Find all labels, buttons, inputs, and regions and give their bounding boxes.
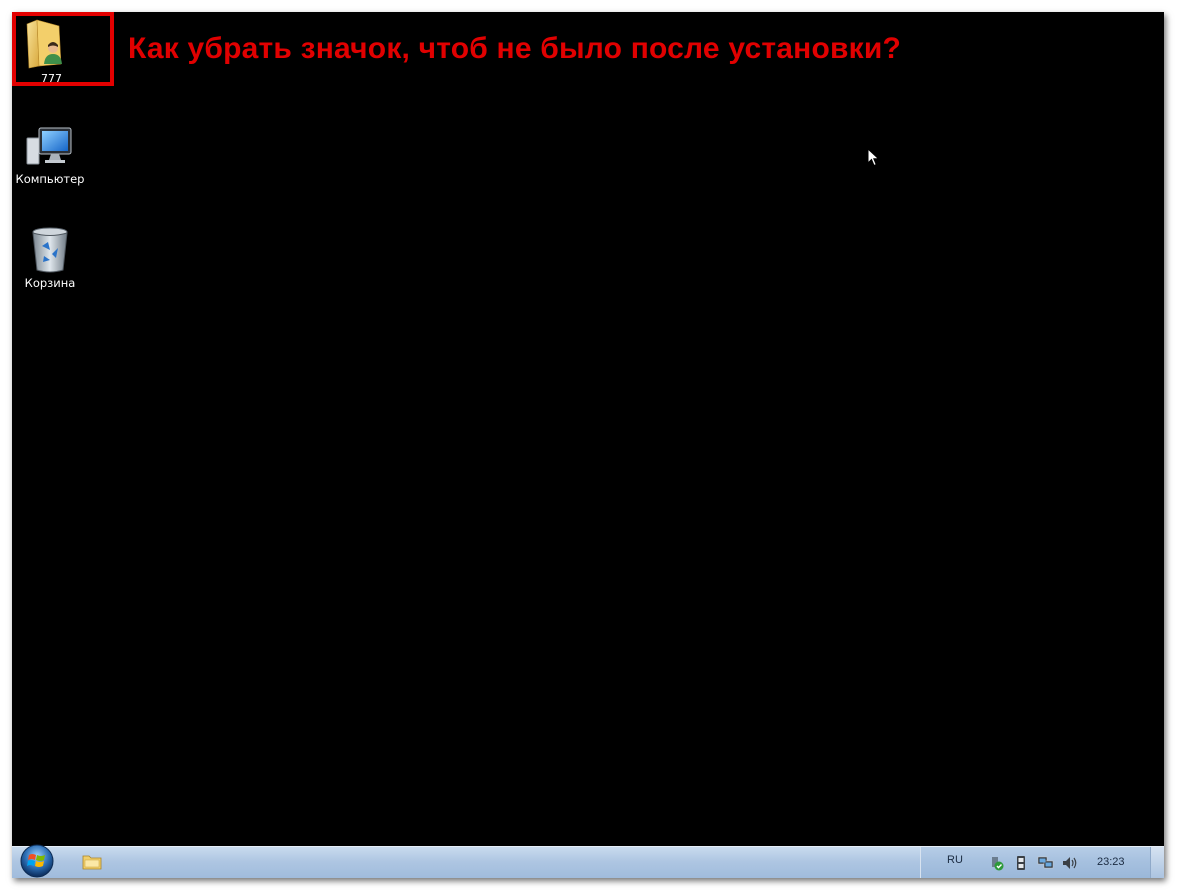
taskbar-explorer-button[interactable] [82,853,102,875]
show-desktop-button[interactable] [1150,847,1164,878]
network-icon[interactable] [1037,855,1055,871]
computer-icon [26,127,72,165]
annotation-question: Как убрать значок, чтоб не было после ус… [128,32,902,65]
power-icon[interactable] [1013,855,1029,871]
desktop-icon-recycle-bin[interactable]: Корзина [12,226,90,290]
volume-icon[interactable] [1061,855,1079,871]
clock[interactable]: 23:23 [1097,856,1125,868]
windows-explorer-icon [82,855,102,870]
highlight-box [12,12,114,86]
safely-remove-hardware-icon[interactable] [989,855,1005,871]
desktop-icon-computer[interactable]: Компьютер [12,124,90,186]
system-tray: RU 23:23 [920,847,1151,878]
desktop-screen: 777 Как убрать значок, чтоб не было посл… [12,12,1164,878]
start-button[interactable] [20,844,56,878]
mouse-cursor-icon [867,148,880,167]
desktop-icon-label: Компьютер [15,172,85,186]
taskbar: RU 23:23 [12,844,1164,878]
windows-orb-icon [20,844,54,878]
desktop-icon-label: Корзина [24,276,76,290]
recycle-bin-icon [32,227,68,273]
language-indicator[interactable]: RU [947,854,963,866]
